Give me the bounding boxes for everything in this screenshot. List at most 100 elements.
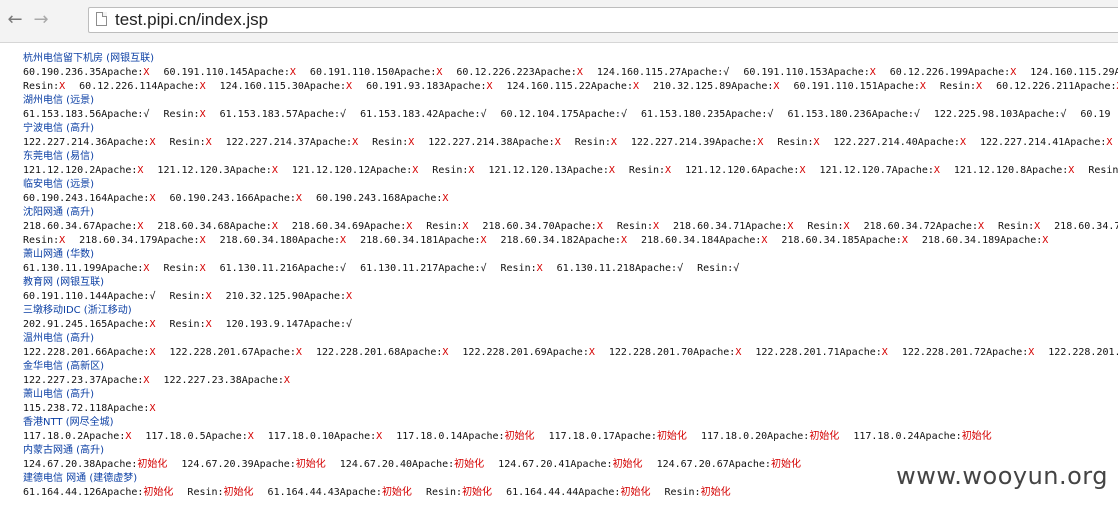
host-label: 60.19 [1080,109,1111,120]
host-label: 121.12.120.3Apache: [157,165,272,176]
host-entry: Resin:X [426,221,468,232]
host-label: 117.18.0.24Apache: [853,431,962,442]
host-label: Resin: [23,235,60,246]
host-entry: 218.60.34.69Apache:X [292,221,412,232]
host-entry: Resin:X [23,81,65,92]
host-entry: 61.153.180.236Apache:√ [787,109,919,120]
host-label: 122.227.214.36Apache: [23,137,150,148]
host-label: Resin: [23,81,60,92]
host-line: 60.191.110.144Apache:√ Resin:X 210.32.125.… [23,290,1118,304]
browser-toolbar: ← → test.pipi.cn/index.jsp [0,0,1118,43]
status-mark: X [271,221,278,232]
host-entry: 124.67.20.67Apache:初始化 [657,459,801,470]
host-label: 124.67.20.40Apache: [339,459,455,470]
status-mark: X [149,319,156,330]
host-entry: 60.190.243.166Apache:X [169,193,301,204]
status-mark: X [761,235,768,246]
host-line: 122.227.214.36Apache:X Resin:X 122.227.214… [23,136,1118,150]
host-entry: 121.12.120.2Apache:X [23,165,143,176]
url-text[interactable]: test.pipi.cn/index.jsp [115,8,268,32]
page-icon [96,12,107,26]
status-mark: X [773,81,780,92]
status-mark: X [442,347,449,358]
host-label: 218.60.34.189Apache: [921,235,1043,246]
host-label: Resin: [616,221,653,232]
status-mark: 初始化 [656,431,687,442]
host-entry: Resin:X [169,137,211,148]
status-mark: √ [346,319,353,330]
address-bar[interactable]: test.pipi.cn/index.jsp [88,7,1118,33]
host-entry: 124.160.115.29Apache:X [1030,67,1118,78]
host-entry: 121.12.120.7Apache:X [819,165,939,176]
status-mark: 初始化 [462,487,493,498]
host-entry: Resin:初始化 [426,487,492,498]
status-mark: X [346,81,353,92]
host-line: Resin:X 60.12.226.114Apache:X 124.160.115.… [23,80,1118,94]
host-entry: 61.153.183.42Apache:√ [360,109,486,120]
host-entry: 122.227.214.40Apache:X [834,137,966,148]
status-mark: X [554,137,561,148]
host-entry: 124.67.20.40Apache:初始化 [340,459,484,470]
host-label: 61.153.183.42Apache: [360,109,481,120]
host-entry: 117.18.0.2Apache:X [23,431,131,442]
host-label: 60.191.110.150Apache: [309,67,437,78]
site-title: 香港NTT (网尽全城) [23,417,114,428]
host-label: 210.32.125.89Apache: [653,81,774,92]
host-label: 124.67.20.39Apache: [181,459,296,470]
host-label: 60.191.110.153Apache: [743,67,870,78]
host-line: 61.130.11.199Apache:X Resin:X 61.130.11.21… [23,262,1118,276]
host-label: 60.190.243.166Apache: [169,193,296,204]
host-label: 122.228.201.71Apache: [755,347,882,358]
status-mark: X [735,347,742,358]
host-label: 117.18.0.2Apache: [23,431,126,442]
host-entry: 60.12.226.211Apache:X [996,81,1118,92]
host-label: 218.60.34.72Apache: [863,221,978,232]
status-mark: X [143,67,150,78]
status-mark: X [137,165,144,176]
host-label: 121.12.120.7Apache: [819,165,934,176]
site-title: 临安电信 (远景) [23,179,94,190]
back-arrow-icon[interactable]: ← [4,9,26,31]
host-entry: 124.160.115.22Apache:X [507,81,639,92]
host-entry: Resin:X [940,81,982,92]
host-label: 60.191.110.151Apache: [793,81,920,92]
forward-arrow-icon[interactable]: → [30,9,52,31]
host-label: 122.227.23.37Apache: [23,375,144,386]
host-label: 124.160.115.30Apache: [219,81,347,92]
host-entry: Resin:初始化 [187,487,253,498]
host-label: 124.67.20.41Apache: [498,459,613,470]
status-mark: X [199,263,206,274]
status-mark: 初始化 [700,487,731,498]
host-label: 122.228.201.70Apache: [608,347,736,358]
host-label: 218.60.34.184Apache: [640,235,762,246]
host-label: Resin: [425,487,463,498]
status-mark: X [205,137,212,148]
host-label: 122.228.201.73A [1048,347,1118,358]
host-label: 117.18.0.20Apache: [700,431,810,442]
host-entry: Resin:X [169,291,211,302]
host-entry: 218.60.34.71Apache:X [673,221,793,232]
host-label: Resin: [500,263,537,274]
host-entry: Resin:X [501,263,543,274]
status-mark: 初始化 [381,487,412,498]
host-entry: Resin:X [617,221,659,232]
host-entry: 61.164.44.43Apache:初始化 [268,487,412,498]
status-mark: 初始化 [961,431,992,442]
host-entry: 117.18.0.24Apache:初始化 [853,431,991,442]
host-entry: 115.238.72.118Apache:X [23,403,155,414]
host-label: 61.130.11.199Apache: [23,263,144,274]
host-label: 60.191.110.144Apache: [23,291,150,302]
status-mark: X [143,375,150,386]
status-mark: X [977,221,984,232]
host-entry: 124.67.20.38Apache:初始化 [23,459,167,470]
status-mark: X [665,165,672,176]
host-entry: 122.228.201.71Apache:X [755,347,887,358]
host-label: 121.12.120.12Apache: [291,165,413,176]
status-mark: √ [723,67,730,78]
host-label: 218.60.34.67Apache: [23,221,138,232]
host-label: 60.191.93.183Apache: [366,81,487,92]
host-label: 60.12.226.199Apache: [889,67,1011,78]
status-mark: √ [480,263,487,274]
host-line: 115.238.72.118Apache:X [23,402,1118,416]
site-title: 萧山电信 (高升) [23,389,94,400]
